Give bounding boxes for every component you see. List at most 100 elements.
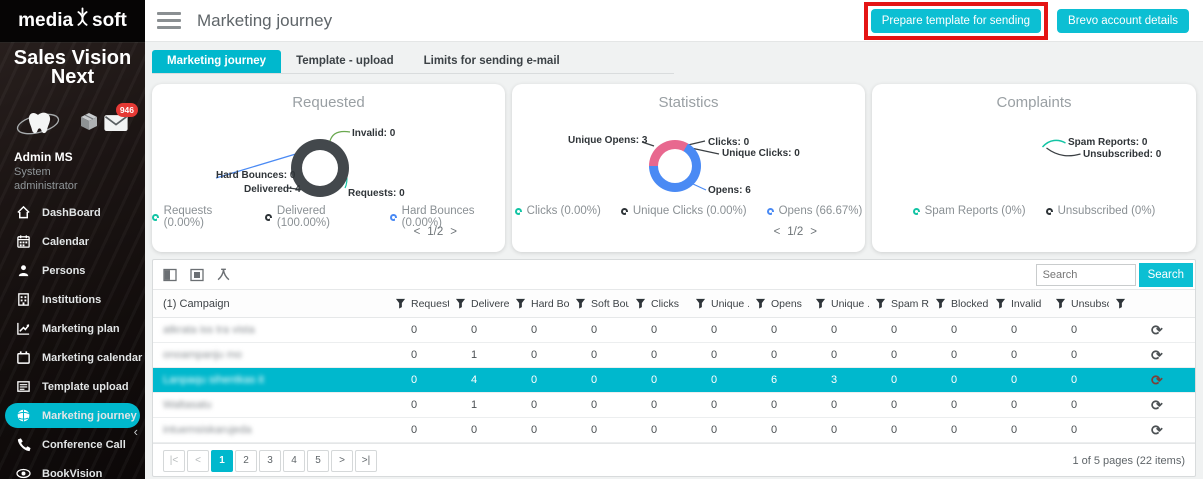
tab-marketing-journey[interactable]: Marketing journey [152,50,281,73]
legend-item[interactable]: Opens (66.67%) [767,205,863,217]
mail-icon[interactable]: 946 [103,113,129,137]
column-header-spamre[interactable]: Spam Re... [869,298,929,310]
filter-funnel-icon[interactable] [935,298,946,309]
sidebar-item-persons[interactable]: Persons [0,256,145,285]
chart-pager-next[interactable]: > [810,226,817,238]
filter-funnel-icon[interactable] [575,298,586,309]
red-annotation-box: Prepare template for sending [864,2,1048,40]
filter-funnel-icon[interactable] [875,298,886,309]
table-cell-value: 0 [1049,424,1109,436]
chart-callout: Requests: 0 [348,188,405,199]
table-row[interactable]: onoampanju mo010000000000⟳ [153,343,1195,368]
search-button[interactable]: Search [1139,263,1193,287]
table-row[interactable]: Waltasatu010000000000⟳ [153,393,1195,418]
column-header-hardbo[interactable]: Hard Bo... [509,298,569,310]
sidebar-item-dashboard[interactable]: DashBoard [0,198,145,227]
table-cell-value: 0 [809,424,869,436]
export-word-icon[interactable] [190,268,204,282]
filter-funnel-icon[interactable] [1115,298,1126,309]
requested-chart-pager: <1/2> [414,226,457,238]
table-row[interactable]: intuemsiskarujeda000000000000⟳ [153,418,1195,443]
column-header-blocked[interactable]: Blocked [929,298,989,310]
legend-label: Clicks (0.00%) [527,205,601,217]
column-header-clicks[interactable]: Clicks [629,298,689,310]
filter-funnel-icon[interactable] [995,298,1006,309]
legend-item[interactable]: Unsubscribed (0%) [1046,205,1156,217]
sidebar-item-marketing-journey[interactable]: Marketing journey [5,403,140,428]
table-body: atkrata iss tra vista000000000000⟳onoamp… [153,318,1195,443]
filter-funnel-icon[interactable] [395,298,406,309]
refresh-icon[interactable]: ⟳ [1151,347,1163,364]
pagination-last-button[interactable]: >| [355,450,377,472]
column-label: Opens [771,298,802,310]
refresh-icon[interactable]: ⟳ [1151,397,1163,414]
notification-badge: 946 [116,103,138,117]
pagination-next-button[interactable]: > [331,450,353,472]
table-row[interactable]: atkrata iss tra vista000000000000⟳ [153,318,1195,343]
phone-icon [15,437,32,453]
tooth-logo-icon [14,108,62,145]
filter-funnel-icon[interactable] [515,298,526,309]
table-row[interactable]: Lanpaqu sihentkas it040000630000⟳ [153,368,1195,393]
statistics-chart-pager: <1/2> [774,226,817,238]
pagination-page-5[interactable]: 5 [307,450,329,472]
legend-item[interactable]: Clicks (0.00%) [515,205,601,217]
column-header-unsubsc[interactable]: Unsubsc... [1049,298,1109,310]
filter-funnel-icon[interactable] [1055,298,1066,309]
filter-funnel-icon[interactable] [695,298,706,309]
tab-template-upload[interactable]: Template - upload [281,50,409,73]
sidebar-item-marketing-plan[interactable]: Marketing plan [0,314,145,343]
filter-funnel-icon[interactable] [755,298,766,309]
filter-funnel-icon[interactable] [815,298,826,309]
chart-pager-next[interactable]: > [450,226,457,238]
search-input[interactable] [1036,264,1136,286]
export-excel-icon[interactable] [163,268,177,282]
column-header-unique[interactable]: Unique ... [809,298,869,310]
legend-item[interactable]: Requests (0.00%) [152,205,245,229]
legend-item[interactable]: Spam Reports (0%) [913,205,1026,217]
sidebar-item-template-upload[interactable]: Template upload [0,372,145,401]
tab-limits-for-sending-e-mail[interactable]: Limits for sending e-mail [409,50,575,73]
package-icon[interactable] [78,110,100,137]
sidebar-item-calendar[interactable]: Calendar [0,227,145,256]
table-header-row: (1) CampaignRequestsDeliveredHard Bo...S… [153,289,1195,318]
column-header-softbou[interactable]: Soft Bou... [569,298,629,310]
column-header-invalid[interactable]: Invalid [989,298,1049,310]
export-pdf-icon[interactable] [217,268,230,281]
sidebar-collapse-icon[interactable]: ‹ [134,424,138,439]
sidebar-item-institutions[interactable]: Institutions [0,285,145,314]
brevo-account-button[interactable]: Brevo account details [1057,9,1189,33]
column-header-campaign[interactable]: (1) Campaign [153,298,389,310]
legend-item[interactable]: Unique Clicks (0.00%) [621,205,747,217]
prepare-template-button[interactable]: Prepare template for sending [871,9,1041,33]
sidebar-item-conference-call[interactable]: Conference Call [0,430,145,459]
column-header-opens[interactable]: Opens [749,298,809,310]
table-cell-value: 0 [629,324,689,336]
pagination-page-3[interactable]: 3 [259,450,281,472]
hamburger-menu-icon[interactable] [157,8,181,33]
sidebar-item-label: Marketing plan [42,323,120,335]
filter-funnel-icon[interactable] [455,298,466,309]
column-label: Unsubsc... [1071,298,1109,310]
filter-funnel-icon[interactable] [635,298,646,309]
refresh-icon[interactable]: ⟳ [1151,422,1163,439]
chart-pager-prev[interactable]: < [414,226,421,238]
column-header-delivered[interactable]: Delivered [449,298,509,310]
refresh-icon[interactable]: ⟳ [1151,322,1163,339]
table-cell-value: 0 [569,324,629,336]
pagination-page-1[interactable]: 1 [211,450,233,472]
pagination-page-2[interactable]: 2 [235,450,257,472]
table-cell-value: 0 [929,324,989,336]
sidebar-item-bookvision[interactable]: BookVision [0,459,145,479]
column-header-unique[interactable]: Unique ... [689,298,749,310]
refresh-icon[interactable]: ⟳ [1151,372,1163,389]
pagination-page-4[interactable]: 4 [283,450,305,472]
table-cell-value: 0 [689,349,749,361]
legend-item[interactable]: Delivered (100.00%) [265,205,370,229]
chart-pager-prev[interactable]: < [774,226,781,238]
table-cell-value: 0 [749,349,809,361]
sidebar-item-marketing-calendar[interactable]: Marketing calendar [0,343,145,372]
logo-text-media: media [18,10,73,32]
column-header-requests[interactable]: Requests [389,298,449,310]
column-header-actions[interactable] [1109,298,1195,309]
